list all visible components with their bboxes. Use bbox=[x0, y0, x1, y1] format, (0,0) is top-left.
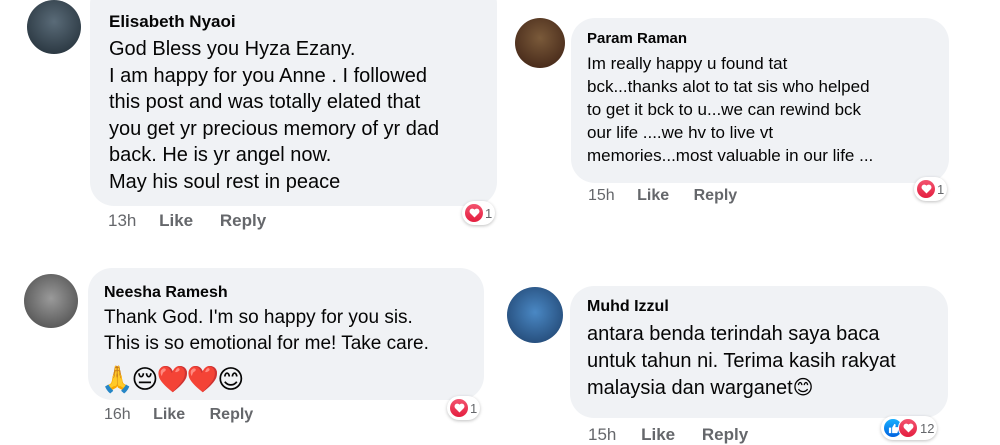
comment-text: Thank God. I'm so happy for you sis. Thi… bbox=[104, 305, 429, 356]
like-button[interactable]: Like bbox=[159, 211, 193, 231]
avatar[interactable] bbox=[27, 0, 81, 54]
reaction-summary[interactable]: 12 bbox=[881, 416, 938, 440]
comment-author[interactable]: Muhd Izzul bbox=[587, 298, 669, 316]
comment-line: to get it bck to u...we can rewind bck bbox=[587, 100, 862, 120]
heart-reaction-icon bbox=[917, 180, 935, 198]
timestamp[interactable]: 16h bbox=[104, 406, 131, 424]
reaction-count: 1 bbox=[937, 181, 945, 197]
avatar[interactable] bbox=[515, 18, 565, 68]
comment-text: God Bless you Hyza Ezany. I am happy for… bbox=[109, 36, 439, 196]
comment-line: I am happy for you Anne . I followed bbox=[109, 64, 427, 87]
comment-text: Im really happy u found tat bck...thanks… bbox=[587, 52, 873, 168]
heart-reaction-icon bbox=[450, 399, 468, 417]
reaction-count: 1 bbox=[470, 400, 478, 416]
heart-reaction-icon bbox=[465, 204, 483, 222]
comment-actions: 13h Like Reply bbox=[108, 211, 266, 231]
reply-button[interactable]: Reply bbox=[220, 211, 266, 231]
reaction-summary[interactable]: 1 bbox=[447, 396, 481, 420]
comment-line: our life ....we hv to live vt bbox=[587, 123, 774, 143]
timestamp[interactable]: 15h bbox=[588, 187, 615, 205]
comment-line: malaysia dan warganet😊 bbox=[587, 377, 814, 400]
comment-line: memories...most valuable in our life ... bbox=[587, 146, 874, 166]
comment-line: Thank God. I'm so happy for you sis. bbox=[104, 307, 413, 328]
comment-line: back. He is yr angel now. bbox=[109, 144, 332, 167]
comment-line: This is so emotional for me! Take care. bbox=[104, 332, 429, 354]
comment-line: Im really happy u found tat bbox=[587, 54, 788, 73]
timestamp[interactable]: 13h bbox=[108, 211, 136, 231]
comment-actions: 15h Like Reply bbox=[588, 187, 737, 205]
reply-button[interactable]: Reply bbox=[210, 406, 254, 424]
comment-line: this post and was totally elated that bbox=[109, 91, 421, 114]
like-button[interactable]: Like bbox=[641, 425, 675, 445]
timestamp[interactable]: 15h bbox=[588, 425, 616, 445]
comment-author[interactable]: Param Raman bbox=[587, 30, 687, 47]
reaction-count: 12 bbox=[920, 420, 935, 436]
reply-button[interactable]: Reply bbox=[694, 187, 738, 205]
heart-reaction-icon bbox=[898, 418, 918, 438]
comment-emojis: 🙏😔❤️❤️😊 bbox=[101, 364, 244, 394]
comment-line: antara benda terindah saya baca bbox=[587, 323, 880, 345]
comment-line: you get yr precious memory of yr dad bbox=[109, 117, 440, 140]
reply-button[interactable]: Reply bbox=[702, 425, 748, 445]
comment-line: untuk tahun ni. Terima kasih rakyat bbox=[587, 350, 896, 373]
comment-actions: 16h Like Reply bbox=[104, 406, 253, 424]
reaction-count: 1 bbox=[485, 205, 493, 221]
comment-line: May his soul rest in peace bbox=[109, 170, 341, 193]
comment-author[interactable]: Neesha Ramesh bbox=[104, 284, 228, 302]
reaction-summary[interactable]: 1 bbox=[462, 201, 496, 225]
like-button[interactable]: Like bbox=[153, 406, 185, 424]
reaction-summary[interactable]: 1 bbox=[914, 177, 948, 201]
comment-line: bck...thanks alot to tat sis who helped bbox=[587, 77, 870, 97]
comment-actions: 15h Like Reply bbox=[588, 425, 748, 445]
like-button[interactable]: Like bbox=[637, 187, 669, 205]
comment-author[interactable]: Elisabeth Nyaoi bbox=[109, 12, 236, 32]
avatar[interactable] bbox=[24, 274, 78, 328]
avatar[interactable] bbox=[507, 287, 563, 343]
comment-text: antara benda terindah saya baca untuk ta… bbox=[587, 321, 896, 403]
comment-line: God Bless you Hyza Ezany. bbox=[109, 38, 356, 60]
